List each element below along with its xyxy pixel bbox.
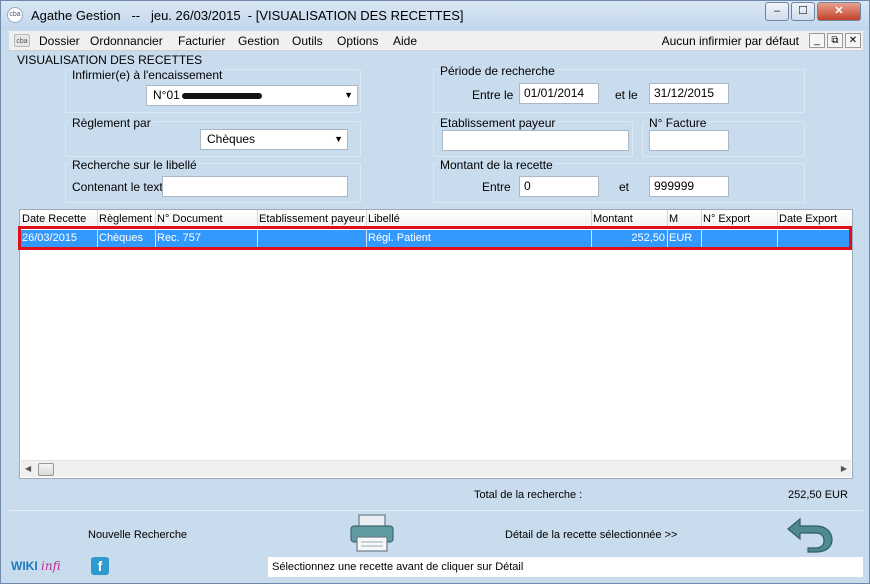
column-header-date[interactable]: Date Recette (22, 213, 86, 225)
menu-outils[interactable]: Outils (292, 34, 323, 48)
wiki-suffix: infi (41, 559, 61, 573)
scroll-left-icon[interactable]: ◀ (25, 464, 31, 473)
menu-options[interactable]: Options (337, 34, 378, 48)
new-search-button[interactable]: Nouvelle Recherche (88, 529, 187, 541)
default-nurse-label: Aucun infirmier par défaut (661, 34, 799, 48)
reglement-group: Règlement par Chèques ▼ (65, 116, 361, 157)
menu-ordonnancier[interactable]: Ordonnancier (90, 34, 163, 48)
facture-group-label: N° Facture (647, 116, 709, 130)
periode-group: Période de recherche Entre le 01/01/2014… (433, 64, 805, 113)
facture-group: N° Facture (642, 116, 805, 157)
montant-from-label: Entre (482, 180, 511, 194)
column-header-m[interactable]: M (669, 213, 678, 225)
app-icon[interactable]: cba (7, 7, 23, 23)
facebook-icon[interactable]: f (91, 557, 109, 575)
wiki-text: WIKI (11, 559, 38, 573)
total-label: Total de la recherche : (474, 489, 583, 501)
chevron-down-icon[interactable]: ▼ (344, 86, 353, 105)
status-message: Sélectionnez une recette avant de clique… (268, 557, 863, 577)
etablissement-input[interactable] (442, 130, 629, 151)
divider (9, 510, 863, 511)
document-icon[interactable]: cba (14, 34, 30, 47)
column-header-document[interactable]: N° Document (157, 213, 223, 225)
mdi-close-button[interactable]: ✕ (845, 33, 861, 48)
menu-facturier[interactable]: Facturier (178, 34, 225, 48)
facture-input[interactable] (649, 130, 729, 151)
infirmier-group: Infirmier(e) à l'encaissement N°01 ▼ (65, 68, 361, 113)
printer-icon[interactable] (349, 513, 395, 553)
menu-dossier[interactable]: Dossier (39, 34, 80, 48)
column-header-etablissement[interactable]: Etablissement payeur (259, 213, 365, 225)
libelle-group: Recherche sur le libellé Contenant le te… (65, 158, 361, 203)
column-header-montant[interactable]: Montant (593, 213, 633, 225)
periode-from-input[interactable]: 01/01/2014 (519, 83, 599, 104)
selected-row-highlight (18, 226, 852, 250)
window-title: Agathe Gestion -- jeu. 26/03/2015 - [VIS… (31, 8, 464, 23)
infirmier-group-label: Infirmier(e) à l'encaissement (70, 68, 225, 82)
close-button[interactable]: ✕ (817, 2, 861, 21)
maximize-button[interactable]: ☐ (791, 2, 815, 21)
infirmier-value: N°01 (153, 88, 180, 102)
periode-from-label: Entre le (472, 88, 514, 102)
minimize-button[interactable]: – (765, 2, 789, 21)
back-arrow-icon[interactable] (786, 515, 836, 553)
redacted-name (181, 92, 262, 99)
mdi-minimize-button[interactable]: _ (809, 33, 825, 48)
scroll-right-icon[interactable]: ▶ (841, 464, 847, 473)
column-header-reglement[interactable]: Règlement (99, 213, 152, 225)
menu-aide[interactable]: Aide (393, 34, 417, 48)
application-window: cba Agathe Gestion -- jeu. 26/03/2015 - … (0, 0, 870, 584)
menu-bar: cba Dossier Ordonnancier Facturier Gesti… (9, 31, 863, 51)
libelle-group-label: Recherche sur le libellé (70, 158, 199, 172)
detail-button[interactable]: Détail de la recette sélectionnée >> (505, 529, 677, 541)
chevron-down-icon[interactable]: ▼ (334, 130, 343, 149)
column-header-export[interactable]: N° Export (703, 213, 750, 225)
etablissement-group-label: Etablissement payeur (438, 116, 558, 130)
title-bar[interactable]: cba Agathe Gestion -- jeu. 26/03/2015 - … (1, 1, 869, 30)
montant-group-label: Montant de la recette (438, 158, 555, 172)
wikiinfi-logo[interactable]: WIKI infi (11, 559, 61, 573)
reglement-group-label: Règlement par (70, 116, 153, 130)
periode-to-label: et le (615, 88, 638, 102)
montant-to-label: et (619, 180, 630, 194)
total-value: 252,50 EUR (788, 489, 848, 501)
scrollbar-thumb[interactable] (38, 463, 54, 476)
column-header-libelle[interactable]: Libellé (368, 213, 400, 225)
infirmier-select[interactable]: N°01 ▼ (146, 85, 358, 106)
client-area: VISUALISATION DES RECETTES Infirmier(e) … (9, 52, 863, 578)
horizontal-scrollbar[interactable]: ◀ ▶ (21, 460, 851, 477)
etablissement-group: Etablissement payeur (433, 116, 633, 157)
libelle-field-label: Contenant le texte (72, 180, 170, 194)
mdi-restore-button[interactable]: ⧉ (827, 33, 843, 48)
montant-from-input[interactable]: 0 (519, 176, 599, 197)
menu-gestion[interactable]: Gestion (238, 34, 279, 48)
reglement-value: Chèques (207, 132, 256, 146)
periode-group-label: Période de recherche (438, 64, 557, 78)
montant-group: Montant de la recette Entre 0 et 999999 (433, 158, 805, 203)
libelle-input[interactable] (162, 176, 348, 197)
status-bar: WIKI infi f Sélectionnez une recette ava… (9, 555, 863, 578)
montant-to-input[interactable]: 999999 (649, 176, 729, 197)
column-header-date-export[interactable]: Date Export (779, 213, 837, 225)
reglement-select[interactable]: Chèques ▼ (200, 129, 348, 150)
page-title: VISUALISATION DES RECETTES (17, 53, 203, 67)
periode-to-input[interactable]: 31/12/2015 (649, 83, 729, 104)
